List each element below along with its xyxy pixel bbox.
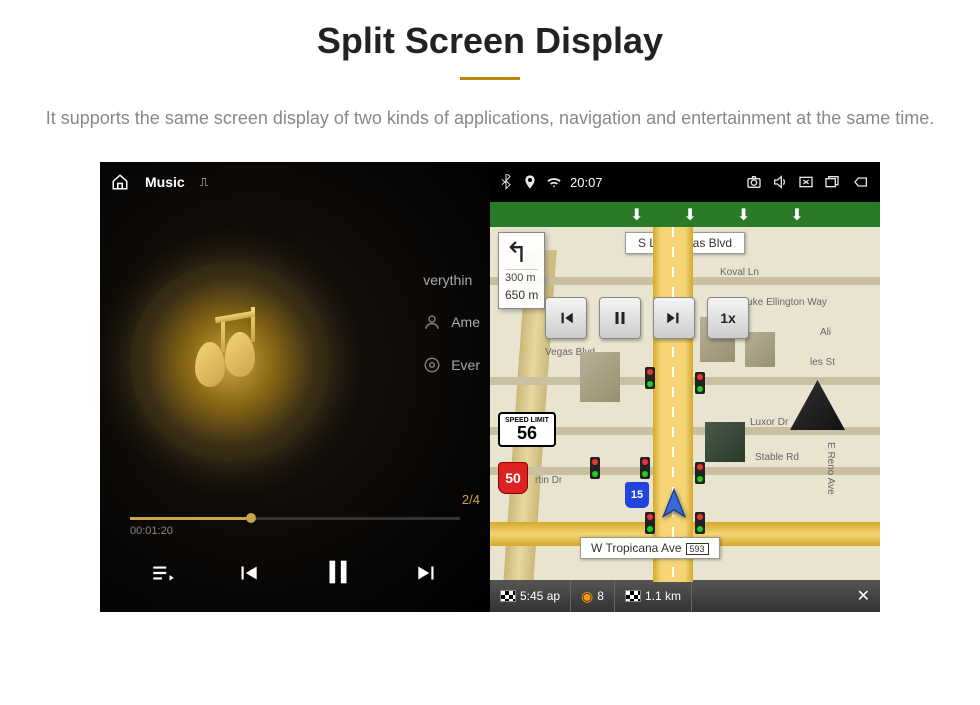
sim-prev-button[interactable] (545, 297, 587, 339)
close-icon: ✕ (857, 586, 870, 606)
progress-bar[interactable]: 00:01:20 (130, 517, 460, 537)
street-label: Duke Ellington Way (740, 297, 827, 308)
track-album: Ever (451, 357, 480, 373)
lane-guidance-bar: ⬇ ⬇ ⬇ ⬇ (490, 202, 880, 227)
arrow-down-icon: ⬇ (737, 205, 750, 225)
street-label: rtin Dr (535, 475, 562, 486)
nav-bottom-bar: 5:45 ap ◉ 8 1.1 km ✕ (490, 580, 880, 612)
turn-instruction: ↰ 300 m 650 m (498, 232, 545, 309)
warning-icon: ◉ (581, 588, 593, 605)
page-description: It supports the same screen display of t… (0, 105, 980, 162)
traffic-light-icon (590, 457, 600, 479)
arrow-down-icon: ⬇ (683, 205, 696, 225)
street-label: Stable Rd (755, 452, 799, 463)
navigation-panel: 20:07 ⬇ ⬇ ⬇ ⬇ S Las Vegas Blvd ↰ 300 m (490, 162, 880, 612)
music-app-label: Music (145, 174, 185, 190)
arrow-down-icon: ⬇ (630, 205, 643, 225)
track-album-row: Ever (423, 356, 480, 374)
turn-left-icon: ↰ (505, 239, 538, 267)
track-artist: Ame (451, 314, 480, 330)
track-title: verythin (423, 272, 472, 288)
track-title-row: verythin (423, 272, 480, 288)
person-icon (423, 313, 441, 331)
sim-speed-button[interactable]: 1x (707, 297, 749, 339)
playlist-button[interactable] (150, 560, 176, 593)
clock: 20:07 (570, 175, 603, 190)
flag-icon (500, 590, 516, 602)
street-label: les St (810, 357, 835, 368)
track-index: 2/4 (462, 492, 480, 507)
traffic-light-icon (695, 512, 705, 534)
music-panel: Music ⎍ verythin Ame Ever 2/4 (100, 162, 490, 612)
traffic-light-icon (640, 457, 650, 479)
turn-distance-small: 300 m (505, 269, 538, 284)
interstate-shield: 15 (625, 482, 649, 508)
info-cell[interactable]: ◉ 8 (571, 580, 615, 612)
street-label: Koval Ln (720, 267, 759, 278)
turn-distance-big: 650 m (505, 288, 538, 302)
home-icon[interactable] (110, 173, 130, 191)
highlighted-route (653, 227, 693, 582)
disc-icon (423, 356, 441, 374)
volume-icon[interactable] (772, 174, 788, 190)
camera-icon[interactable] (746, 174, 762, 190)
us-route-shield: 50 (498, 462, 528, 494)
traffic-light-icon (645, 512, 655, 534)
wifi-icon (546, 174, 562, 190)
pause-button[interactable] (321, 555, 355, 597)
location-icon (522, 174, 538, 190)
music-topbar: Music ⎍ (100, 162, 490, 202)
street-label: E Reno Ave (825, 442, 836, 495)
traffic-light-icon (645, 367, 655, 389)
music-note-icon (225, 332, 255, 377)
flag-icon (625, 590, 641, 602)
page-title: Split Screen Display (0, 20, 980, 62)
status-bar: 20:07 (490, 162, 880, 202)
sim-next-button[interactable] (653, 297, 695, 339)
distance-cell[interactable]: 1.1 km (615, 580, 692, 612)
split-screen-device: Music ⎍ verythin Ame Ever 2/4 (100, 162, 880, 612)
usb-icon: ⎍ (200, 175, 208, 190)
street-label: Ali (820, 327, 831, 338)
multitask-icon[interactable] (824, 174, 840, 190)
prev-button[interactable] (235, 560, 261, 593)
eta-cell[interactable]: 5:45 ap (490, 580, 571, 612)
music-note-icon (195, 342, 225, 387)
close-nav-button[interactable]: ✕ (847, 580, 880, 612)
back-icon[interactable] (850, 174, 872, 190)
sim-pause-button[interactable] (599, 297, 641, 339)
speed-limit-sign: SPEED LIMIT 56 (498, 412, 556, 447)
time-elapsed: 00:01:20 (130, 525, 173, 537)
arrow-down-icon: ⬇ (790, 205, 803, 225)
close-window-icon[interactable] (798, 174, 814, 190)
title-underline (460, 77, 520, 80)
traffic-light-icon (695, 372, 705, 394)
album-art (130, 262, 330, 462)
street-label: Luxor Dr (750, 417, 788, 428)
next-street-label: W Tropicana Ave593 (580, 537, 720, 559)
next-button[interactable] (414, 560, 440, 593)
bluetooth-icon (498, 174, 514, 190)
track-artist-row: Ame (423, 313, 480, 331)
current-position-cursor (658, 487, 690, 524)
traffic-light-icon (695, 462, 705, 484)
